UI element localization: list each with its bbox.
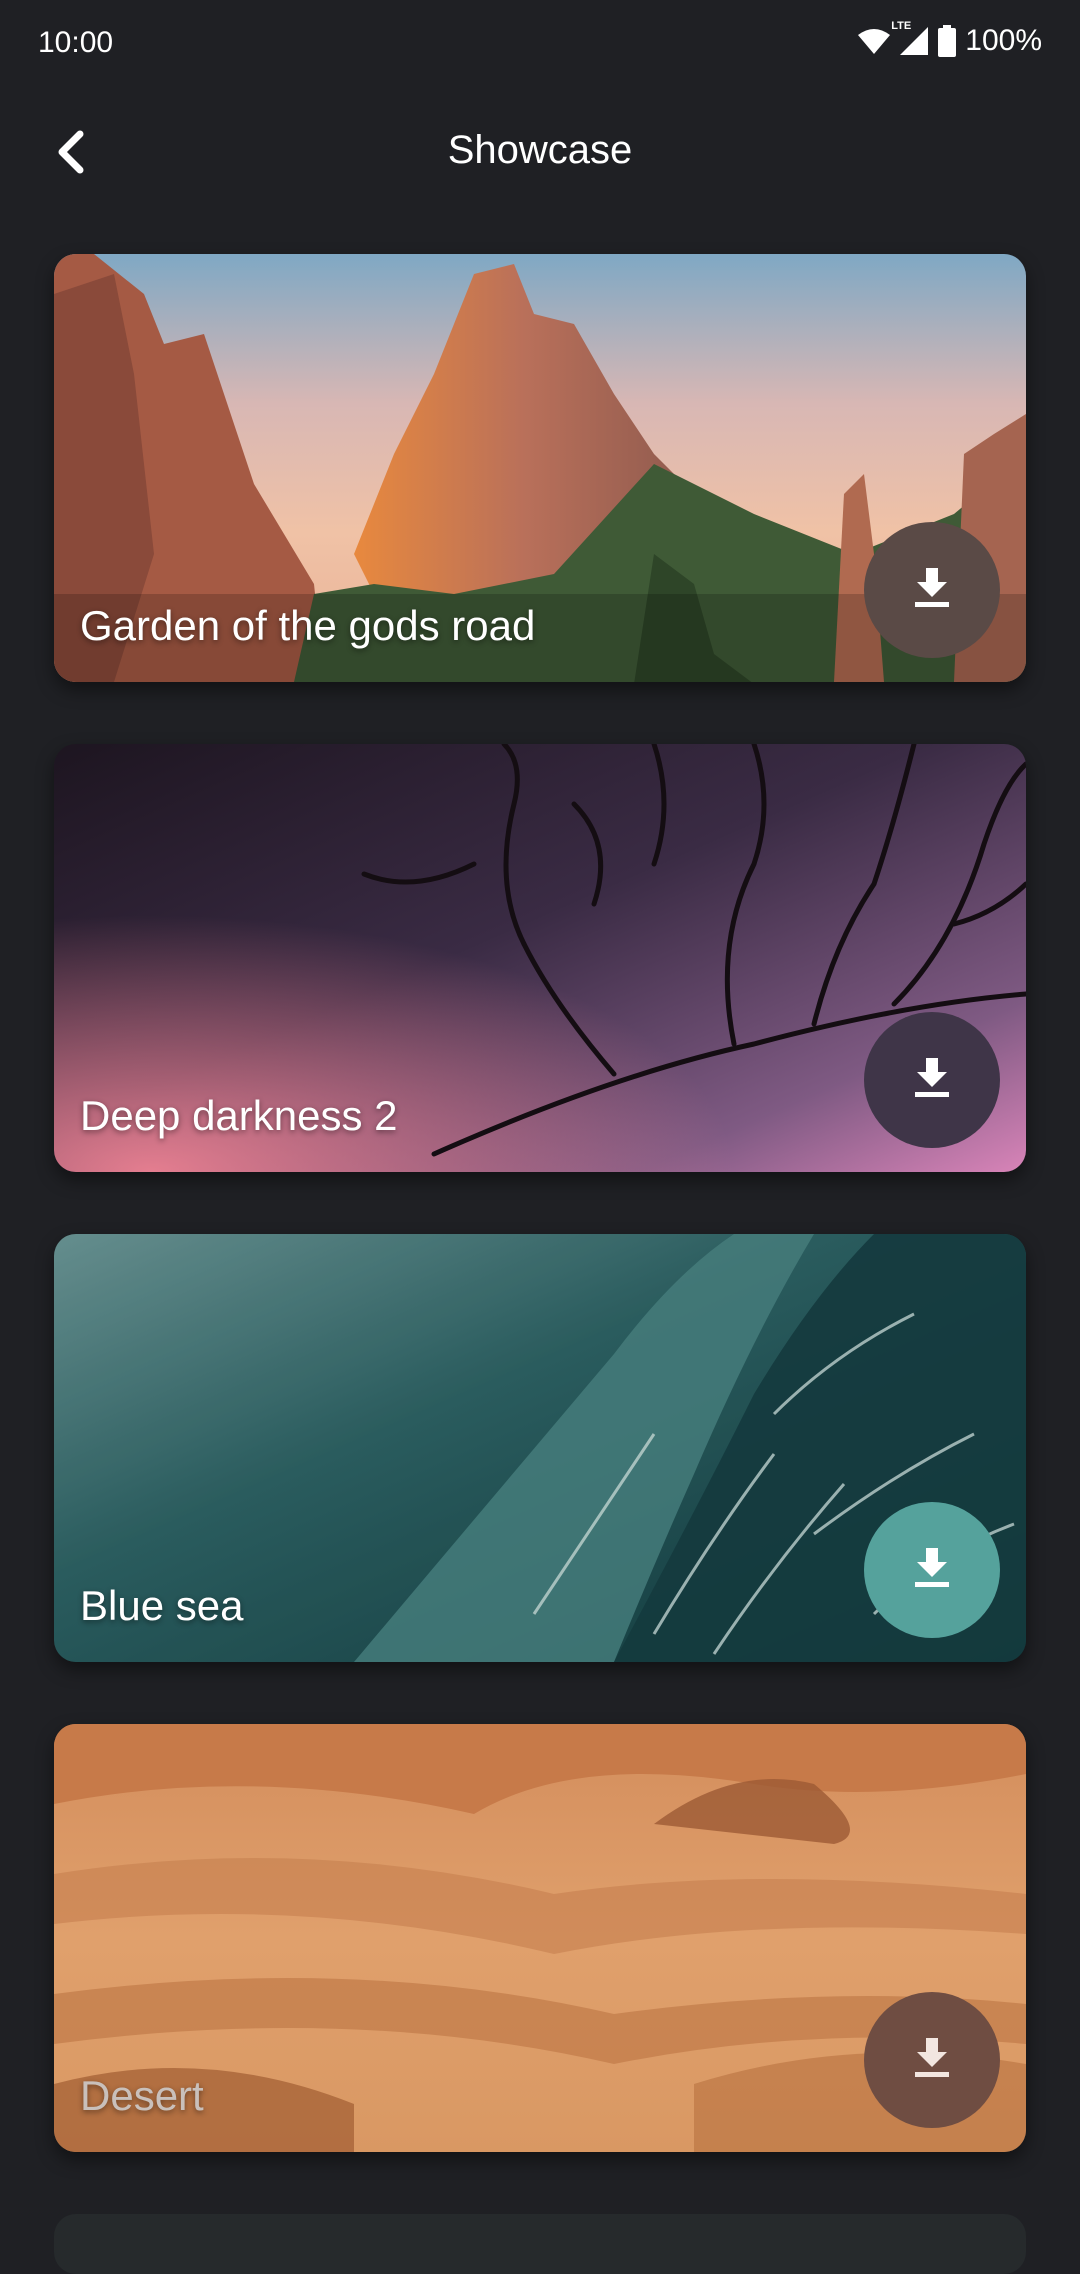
download-icon [912,566,952,615]
wallpaper-card[interactable]: Garden of the gods road [54,254,1026,682]
battery-icon [937,25,957,57]
wifi-icon [857,27,891,55]
status-time: 10:00 [38,26,114,59]
card-title: Garden of the gods road [80,602,536,649]
app-bar: Showcase [0,100,1080,210]
status-icons: LTE 100% [857,20,1042,58]
download-icon [912,1546,952,1595]
download-icon [912,2036,952,2085]
card-title: Desert [80,2072,204,2119]
download-button[interactable] [864,522,1000,658]
card-title: Deep darkness 2 [80,1092,398,1139]
download-button[interactable] [864,1992,1000,2128]
card-title: Blue sea [80,1582,244,1629]
wallpaper-card[interactable]: Desert [54,1724,1026,2152]
network-type: LTE [891,20,912,32]
status-bar: 10:00 LTE 100% [0,0,1080,90]
download-button[interactable] [864,1502,1000,1638]
wallpaper-card[interactable]: Deep darkness 2 [54,744,1026,1172]
download-button[interactable] [864,1012,1000,1148]
page-title: Showcase [447,128,633,172]
wallpaper-card-partial[interactable] [54,2214,1026,2274]
battery-level: 100% [965,24,1042,57]
download-icon [912,1056,952,1105]
signal-icon: LTE [891,20,929,56]
wallpaper-card[interactable]: Blue sea [54,1234,1026,1662]
